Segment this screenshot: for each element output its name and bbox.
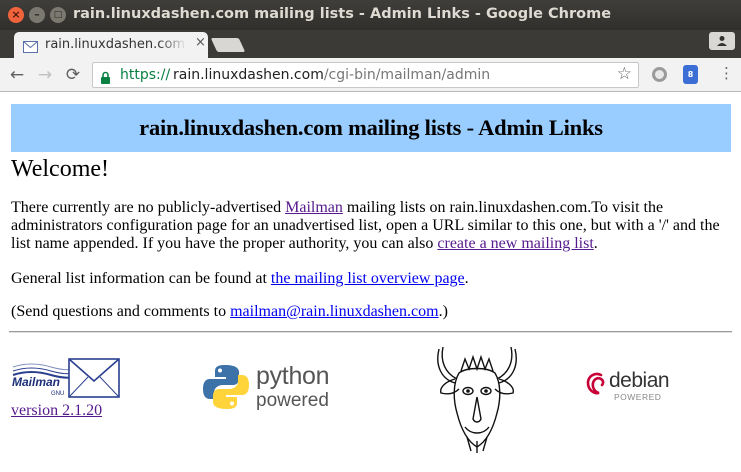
create-list-link[interactable]: create a new mailing list xyxy=(437,235,593,252)
chrome-menu-button[interactable]: ⋮ xyxy=(719,64,734,82)
python-logo-icon[interactable] xyxy=(202,363,250,415)
bookmark-star-icon[interactable]: ☆ xyxy=(617,64,632,84)
new-tab-button[interactable] xyxy=(210,38,246,52)
mailman-logo-gnu: GNU xyxy=(51,391,64,397)
tab-close-button[interactable]: × xyxy=(195,35,206,50)
python-wordmark: python xyxy=(256,362,330,390)
browser-toolbar: ← → ⟳ https:// rain.linuxdashen.com/cgi-… xyxy=(0,58,741,92)
overview-text-2: . xyxy=(464,270,469,287)
window-title: rain.linuxdashen.com mailing lists - Adm… xyxy=(73,6,612,22)
url-scheme: https:// xyxy=(120,67,171,83)
horizontal-rule xyxy=(9,331,732,333)
gnu-head-icon[interactable] xyxy=(431,343,523,457)
mailman-logo[interactable]: Mailman GNU xyxy=(11,355,121,407)
mailman-version-link[interactable]: version 2.1.20 xyxy=(11,402,102,420)
reload-button[interactable]: ⟳ xyxy=(62,64,84,86)
window-maximize-button[interactable]: □ xyxy=(50,7,66,23)
tab-title: rain.linuxdashen.com mailing lists - Adm… xyxy=(45,37,187,52)
url-path: /cgi-bin/mailman/admin xyxy=(323,67,491,83)
overview-link[interactable]: the mailing list overview page xyxy=(271,270,465,287)
overview-paragraph: General list information can be found at… xyxy=(11,270,726,288)
back-button[interactable]: ← xyxy=(6,64,28,86)
address-bar[interactable]: https:// rain.linuxdashen.com/cgi-bin/ma… xyxy=(92,62,639,88)
overview-text-1: General list information can be found at xyxy=(11,270,271,287)
intro-paragraph: There currently are no publicly-advertis… xyxy=(11,199,726,253)
contact-text-2: .) xyxy=(438,303,448,320)
debian-powered-text: POWERED xyxy=(614,392,662,402)
extension-badge-icon[interactable]: 8 xyxy=(683,65,698,84)
contact-email-link[interactable]: mailman@rain.linuxdashen.com xyxy=(230,303,438,320)
window-titlebar: × – □ rain.linuxdashen.com mailing lists… xyxy=(0,0,741,30)
debian-wordmark: debian xyxy=(609,369,670,392)
contact-paragraph: (Send questions and comments to mailman@… xyxy=(11,303,726,321)
url-host: rain.linuxdashen.com xyxy=(173,67,324,83)
envelope-icon xyxy=(23,38,38,57)
welcome-heading: Welcome! xyxy=(11,156,110,182)
debian-swirl-icon[interactable] xyxy=(586,371,608,401)
mailman-logo-text: Mailman xyxy=(12,375,60,389)
window-minimize-button[interactable]: – xyxy=(29,7,45,23)
contact-text-1: (Send questions and comments to xyxy=(11,303,231,320)
mailman-link[interactable]: Mailman xyxy=(285,199,343,216)
lock-icon[interactable] xyxy=(100,69,111,88)
window-close-button[interactable]: × xyxy=(8,7,24,23)
extension-circle-icon[interactable] xyxy=(652,67,667,82)
intro-text-1: There currently are no publicly-advertis… xyxy=(11,199,286,216)
python-powered-text: powered xyxy=(256,390,329,411)
intro-text-3: . xyxy=(593,235,598,252)
tab-strip: rain.linuxdashen.com mailing lists - Adm… xyxy=(0,30,741,58)
page-title: rain.linuxdashen.com mailing lists - Adm… xyxy=(139,115,603,140)
page-content: rain.linuxdashen.com mailing lists - Adm… xyxy=(0,93,741,472)
url-text: rain.linuxdashen.com/cgi-bin/mailman/adm… xyxy=(173,67,490,83)
forward-button[interactable]: → xyxy=(34,64,56,86)
page-banner: rain.linuxdashen.com mailing lists - Adm… xyxy=(11,104,731,152)
browser-tab[interactable]: rain.linuxdashen.com mailing lists - Adm… xyxy=(14,32,208,58)
person-icon[interactable] xyxy=(709,32,735,50)
